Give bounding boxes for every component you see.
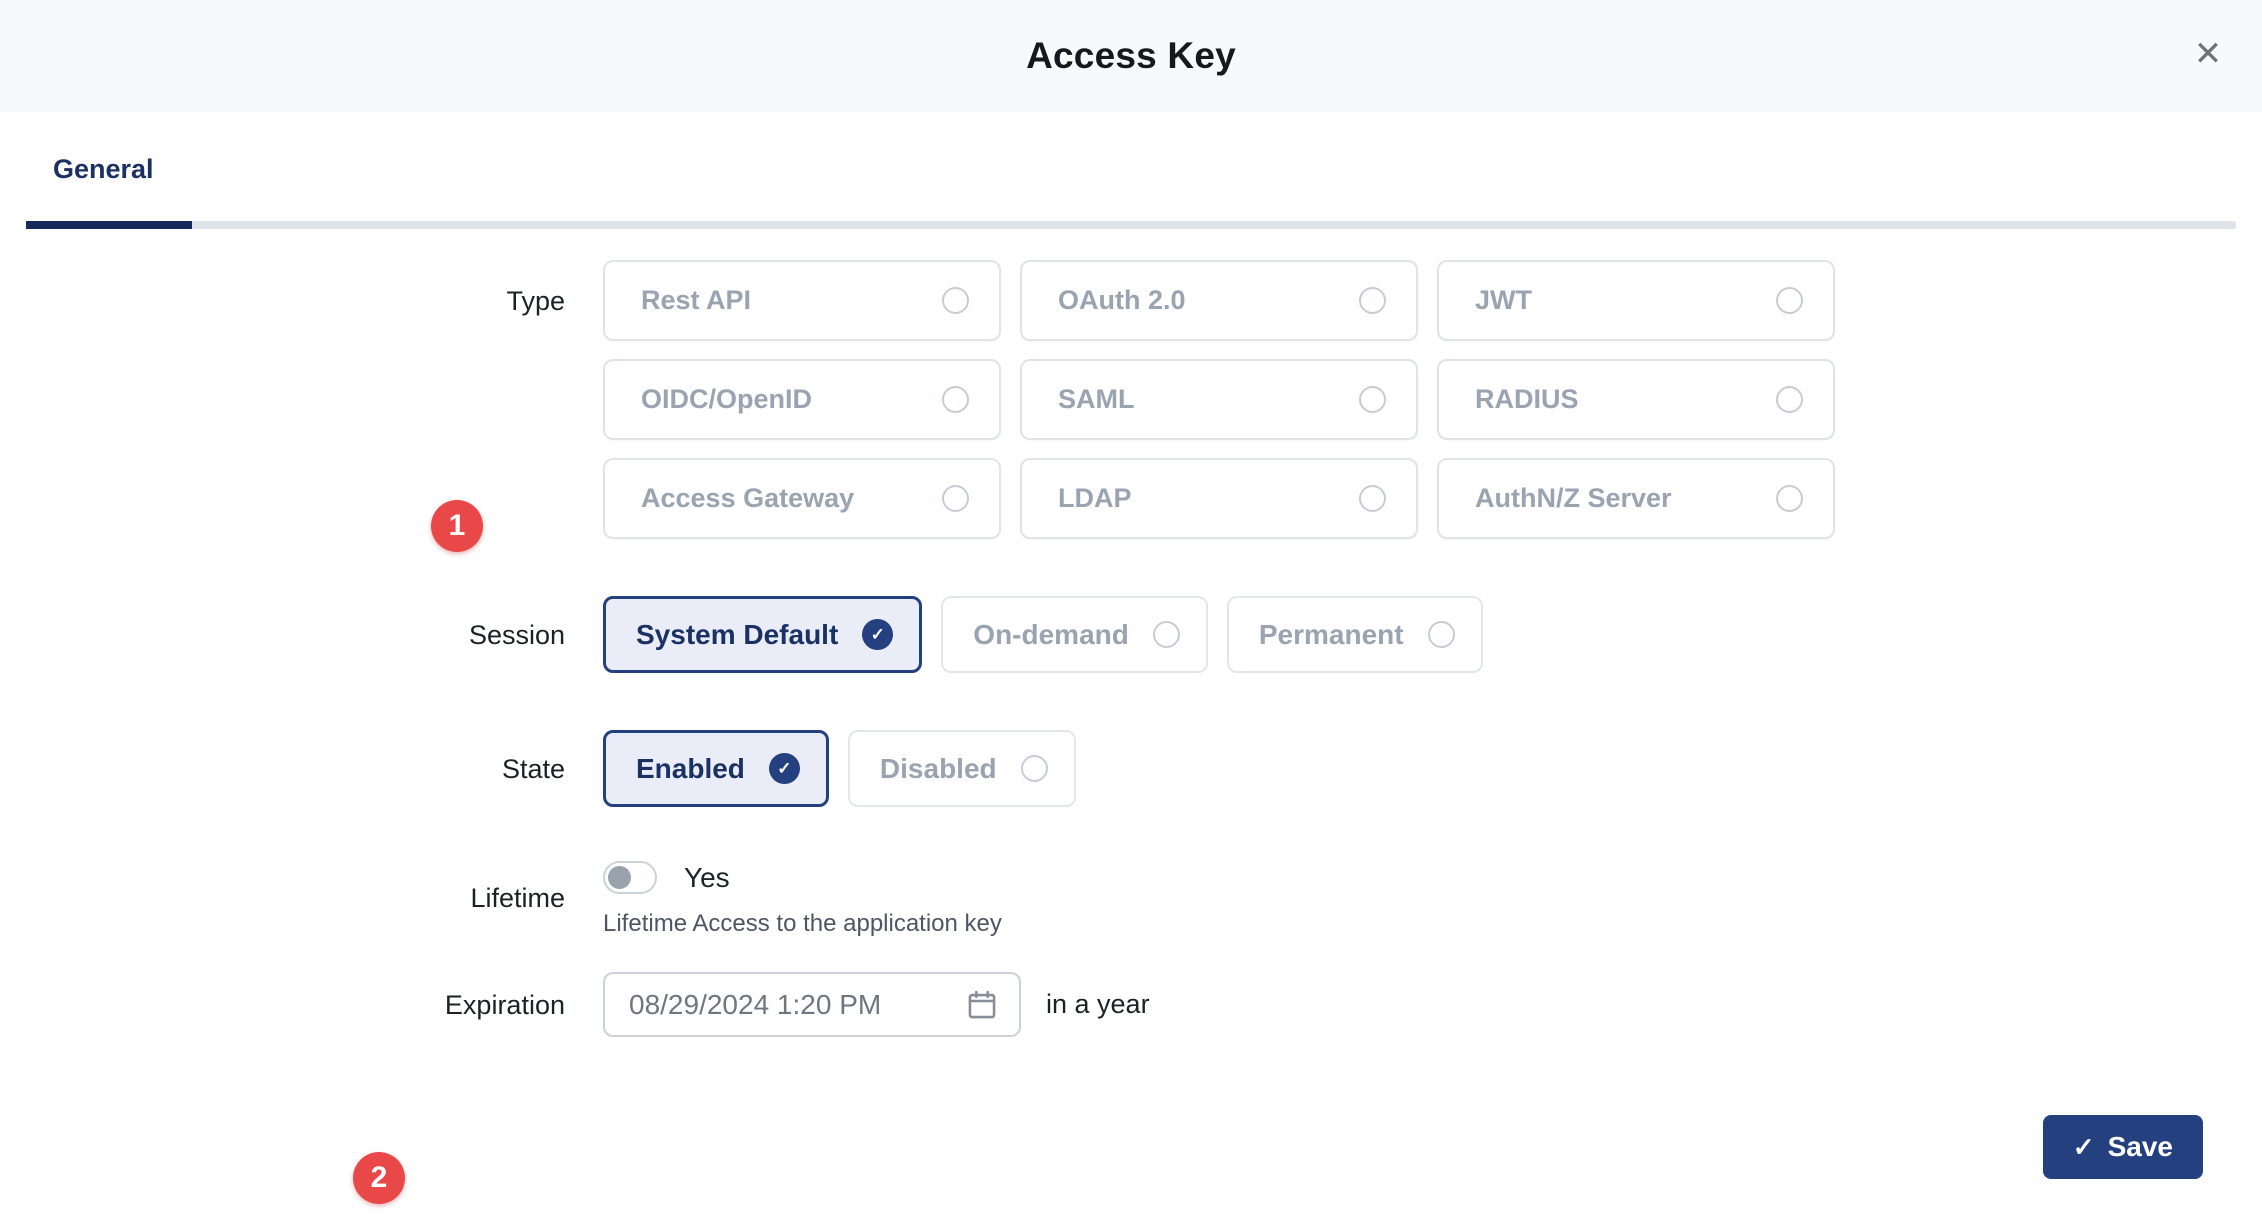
radio-icon[interactable] <box>1153 621 1180 648</box>
type-option-rest-api[interactable]: Rest API <box>603 260 1001 341</box>
state-option-enabled[interactable]: Enabled ✓ <box>603 730 829 807</box>
lifetime-row: Lifetime Yes Lifetime Access to the appl… <box>0 861 2262 938</box>
check-icon: ✓ <box>2073 1134 2095 1160</box>
option-label: LDAP <box>1058 483 1132 514</box>
save-button[interactable]: ✓ Save <box>2043 1115 2203 1179</box>
option-label: JWT <box>1475 285 1532 316</box>
expiration-row: Expiration 08/29/2024 1:20 PM in a year <box>0 972 2262 1037</box>
close-icon[interactable]: ✕ <box>2184 30 2232 78</box>
type-option-saml[interactable]: SAML <box>1020 359 1418 440</box>
expiration-date-input[interactable]: 08/29/2024 1:20 PM <box>603 972 1021 1037</box>
radio-icon[interactable] <box>1359 485 1386 512</box>
step-badge-1: 1 <box>431 500 483 552</box>
option-label: Disabled <box>880 753 997 785</box>
radio-icon[interactable] <box>1776 287 1803 314</box>
radio-icon[interactable] <box>1021 755 1048 782</box>
radio-icon[interactable] <box>1359 386 1386 413</box>
tab-progress-bar <box>26 221 2236 229</box>
expiration-label: Expiration <box>0 988 565 1022</box>
type-label: Type <box>0 260 565 318</box>
session-option-system-default[interactable]: System Default ✓ <box>603 596 922 673</box>
type-option-radius[interactable]: RADIUS <box>1437 359 1835 440</box>
state-label: State <box>0 752 565 786</box>
radio-icon[interactable] <box>942 287 969 314</box>
tab-row: General <box>0 112 2262 185</box>
option-label: System Default <box>636 619 838 651</box>
option-label: On-demand <box>973 619 1129 651</box>
session-label: Session <box>0 618 565 652</box>
check-circle-icon: ✓ <box>769 753 800 784</box>
radio-icon[interactable] <box>1428 621 1455 648</box>
modal-header: Access Key ✕ <box>0 0 2262 112</box>
option-label: OIDC/OpenID <box>641 384 812 415</box>
tab-active-indicator <box>26 221 192 229</box>
option-label: Access Gateway <box>641 483 854 514</box>
lifetime-description: Lifetime Access to the application key <box>603 910 1002 938</box>
option-label: Enabled <box>636 753 745 785</box>
type-option-access-gateway[interactable]: Access Gateway <box>603 458 1001 539</box>
type-option-oidc-openid[interactable]: OIDC/OpenID <box>603 359 1001 440</box>
save-button-label: Save <box>2108 1131 2173 1163</box>
check-circle-icon: ✓ <box>862 619 893 650</box>
session-option-permanent[interactable]: Permanent <box>1227 596 1483 673</box>
radio-icon[interactable] <box>1776 485 1803 512</box>
lifetime-label: Lifetime <box>0 861 565 915</box>
expiration-date-value: 08/29/2024 1:20 PM <box>629 989 881 1021</box>
general-form: 1 2 Type Rest API OAuth 2.0 JWT <box>0 229 2262 1037</box>
step-badge-2: 2 <box>353 1152 405 1204</box>
tab-general[interactable]: General <box>53 154 154 185</box>
radio-icon[interactable] <box>942 485 969 512</box>
toggle-knob[interactable] <box>608 866 631 889</box>
option-label: OAuth 2.0 <box>1058 285 1186 316</box>
type-option-ldap[interactable]: LDAP <box>1020 458 1418 539</box>
modal-title: Access Key <box>1026 35 1236 77</box>
radio-icon[interactable] <box>942 386 969 413</box>
state-row: State Enabled ✓ Disabled <box>0 730 2262 807</box>
option-label: AuthN/Z Server <box>1475 483 1672 514</box>
type-option-authnz-server[interactable]: AuthN/Z Server <box>1437 458 1835 539</box>
session-option-on-demand[interactable]: On-demand <box>941 596 1208 673</box>
type-option-jwt[interactable]: JWT <box>1437 260 1835 341</box>
option-label: Permanent <box>1259 619 1404 651</box>
access-key-modal: Access Key ✕ General 1 2 Type Rest API O… <box>0 0 2262 1232</box>
radio-icon[interactable] <box>1776 386 1803 413</box>
state-options: Enabled ✓ Disabled <box>603 730 1076 807</box>
lifetime-toggle[interactable] <box>603 861 657 894</box>
option-label: RADIUS <box>1475 384 1579 415</box>
state-option-disabled[interactable]: Disabled <box>848 730 1076 807</box>
option-label: Rest API <box>641 285 751 316</box>
session-options: System Default ✓ On-demand Permanent <box>603 596 1483 673</box>
type-option-oauth2[interactable]: OAuth 2.0 <box>1020 260 1418 341</box>
calendar-icon[interactable] <box>965 988 999 1022</box>
type-options-grid: Rest API OAuth 2.0 JWT OIDC/OpenID <box>603 260 1835 539</box>
option-label: SAML <box>1058 384 1135 415</box>
type-row: Type Rest API OAuth 2.0 JWT <box>0 260 2262 539</box>
radio-icon[interactable] <box>1359 287 1386 314</box>
lifetime-toggle-label: Yes <box>684 862 730 894</box>
expiration-hint: in a year <box>1046 989 1150 1020</box>
session-row: Session System Default ✓ On-demand Perma… <box>0 596 2262 673</box>
